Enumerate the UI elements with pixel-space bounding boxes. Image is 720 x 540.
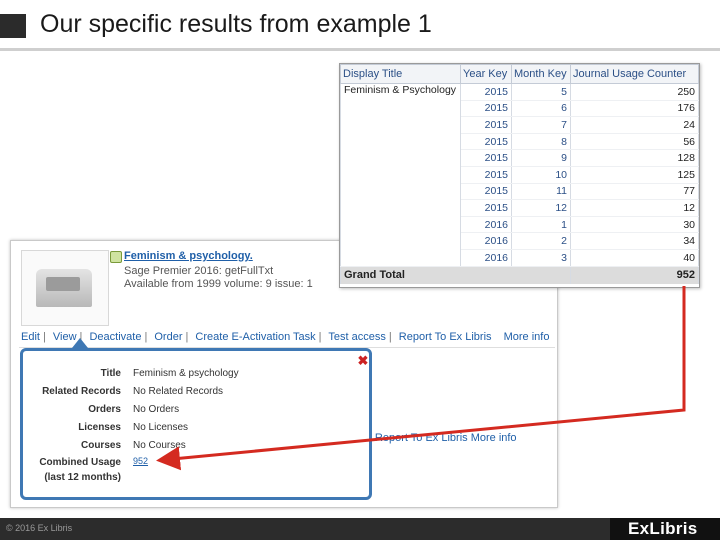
usage-counter-cell: 24 bbox=[570, 116, 699, 134]
action-separator: | bbox=[185, 331, 189, 343]
usage-counter-cell: 30 bbox=[570, 216, 699, 234]
year-key-cell: 2016 bbox=[460, 216, 512, 234]
table-row: Feminism & Psychology 2015 5 250 bbox=[340, 83, 699, 267]
popup-label-licenses: Licenses bbox=[78, 422, 121, 433]
usage-counter-cell: 128 bbox=[570, 149, 699, 167]
test-access-action[interactable]: Test access bbox=[328, 331, 385, 343]
usage-counter-cell: 40 bbox=[570, 249, 699, 267]
grand-total-value: 952 bbox=[570, 265, 699, 285]
more-info-popup: ✖ Title Feminism & psychology Related Re… bbox=[20, 348, 372, 500]
report-to-ex-libris-action[interactable]: Report To Ex Libris bbox=[399, 331, 492, 343]
month-key-cell: 1 bbox=[511, 216, 571, 234]
combined-usage-link[interactable]: 952 bbox=[133, 456, 148, 466]
title-divider bbox=[0, 48, 720, 51]
popup-value-licenses: No Licenses bbox=[133, 422, 189, 433]
grand-total-row: Grand Total 952 bbox=[340, 265, 699, 285]
action-separator: | bbox=[42, 331, 46, 343]
column-header-journal-usage-counter[interactable]: Journal Usage Counter bbox=[570, 64, 699, 84]
deactivate-action[interactable]: Deactivate bbox=[89, 331, 141, 343]
display-title-cell: Feminism & Psychology bbox=[340, 83, 461, 267]
usage-counter-cell: 34 bbox=[570, 232, 699, 250]
popup-pointer bbox=[72, 338, 88, 348]
usage-counter-cell: 125 bbox=[570, 166, 699, 184]
electronic-resource-icon bbox=[110, 251, 122, 263]
month-key-cell: 2 bbox=[511, 232, 571, 250]
slide-footer: © 2016 Ex Libris ExLibris bbox=[0, 518, 720, 540]
usage-counter-cell: 77 bbox=[570, 183, 699, 201]
slide-title: Our specific results from example 1 bbox=[40, 10, 432, 38]
popup-value-related-records: No Related Records bbox=[133, 386, 224, 397]
popup-label-last-12-months: (last 12 months) bbox=[44, 472, 121, 483]
month-key-cell: 5 bbox=[511, 83, 571, 101]
column-header-month-key[interactable]: Month Key bbox=[511, 64, 571, 84]
title-bullet-square bbox=[0, 14, 26, 38]
year-key-cell: 2016 bbox=[460, 249, 512, 267]
month-key-cell: 3 bbox=[511, 249, 571, 267]
create-e-activation-task-action[interactable]: Create E-Activation Task bbox=[195, 331, 315, 343]
edit-action[interactable]: Edit bbox=[21, 331, 40, 343]
action-separator: | bbox=[318, 331, 322, 343]
month-key-cell: 12 bbox=[511, 199, 571, 217]
popup-value-combined-usage: 952 bbox=[133, 456, 148, 467]
popup-label-courses: Courses bbox=[80, 440, 121, 451]
column-header-year-key[interactable]: Year Key bbox=[460, 64, 512, 84]
year-key-cell: 2015 bbox=[460, 166, 512, 184]
month-key-cell: 8 bbox=[511, 133, 571, 151]
slide-header: Our specific results from example 1 bbox=[0, 0, 720, 52]
order-action[interactable]: Order bbox=[154, 331, 182, 343]
year-key-cell: 2015 bbox=[460, 83, 512, 101]
year-key-cell: 2015 bbox=[460, 183, 512, 201]
record-thumbnail bbox=[21, 250, 109, 326]
record-title-link[interactable]: Feminism & psychology. bbox=[124, 250, 253, 262]
obscured-actions-row: | Report To Ex Libris More info bbox=[369, 432, 517, 444]
usage-counter-cell: 176 bbox=[570, 100, 699, 118]
usage-counter-cell: 250 bbox=[570, 83, 699, 101]
usage-table-body: Feminism & Psychology 2015 5 250 2015 6 176 201… bbox=[340, 83, 699, 285]
column-header-display-title[interactable]: Display Title bbox=[340, 64, 461, 84]
close-icon[interactable]: ✖ bbox=[357, 354, 369, 367]
usage-counter-cell: 56 bbox=[570, 133, 699, 151]
usage-counter-cell: 12 bbox=[570, 199, 699, 217]
popup-label-title: Title bbox=[100, 368, 121, 379]
month-key-cell: 7 bbox=[511, 116, 571, 134]
popup-label-related-records: Related Records bbox=[42, 386, 121, 397]
copyright-text: © 2016 Ex Libris bbox=[6, 523, 73, 533]
popup-value-orders: No Orders bbox=[133, 404, 180, 415]
year-key-cell: 2015 bbox=[460, 116, 512, 134]
popup-label-orders: Orders bbox=[88, 404, 121, 415]
year-key-cell: 2015 bbox=[460, 149, 512, 167]
action-separator: | bbox=[144, 331, 148, 343]
device-image-icon bbox=[36, 269, 92, 307]
record-actions: Edit | View | Deactivate | Order | Create E-… bbox=[21, 331, 552, 343]
year-key-cell: 2015 bbox=[460, 133, 512, 151]
popup-value-courses: No Courses bbox=[133, 440, 186, 451]
record-collection-line: Sage Premier 2016: getFullTxt bbox=[124, 265, 274, 277]
usage-report-table: Display Title Year Key Month Key Journal… bbox=[339, 63, 700, 288]
year-key-cell: 2015 bbox=[460, 199, 512, 217]
month-key-cell: 9 bbox=[511, 149, 571, 167]
month-key-cell: 11 bbox=[511, 183, 571, 201]
year-key-cell: 2015 bbox=[460, 100, 512, 118]
year-key-cell: 2016 bbox=[460, 232, 512, 250]
popup-value-title: Feminism & psychology bbox=[133, 368, 239, 379]
action-separator: | bbox=[388, 331, 392, 343]
month-key-cell: 10 bbox=[511, 166, 571, 184]
month-key-cell: 6 bbox=[511, 100, 571, 118]
grand-total-label: Grand Total bbox=[340, 265, 571, 285]
more-info-action[interactable]: More info bbox=[504, 331, 550, 343]
ex-libris-logo: ExLibris bbox=[610, 518, 720, 540]
popup-label-combined-usage: Combined Usage bbox=[39, 457, 121, 468]
record-coverage-line: Available from 1999 volume: 9 issue: 1 bbox=[124, 278, 313, 290]
logo-text: ExLibris bbox=[628, 519, 698, 538]
